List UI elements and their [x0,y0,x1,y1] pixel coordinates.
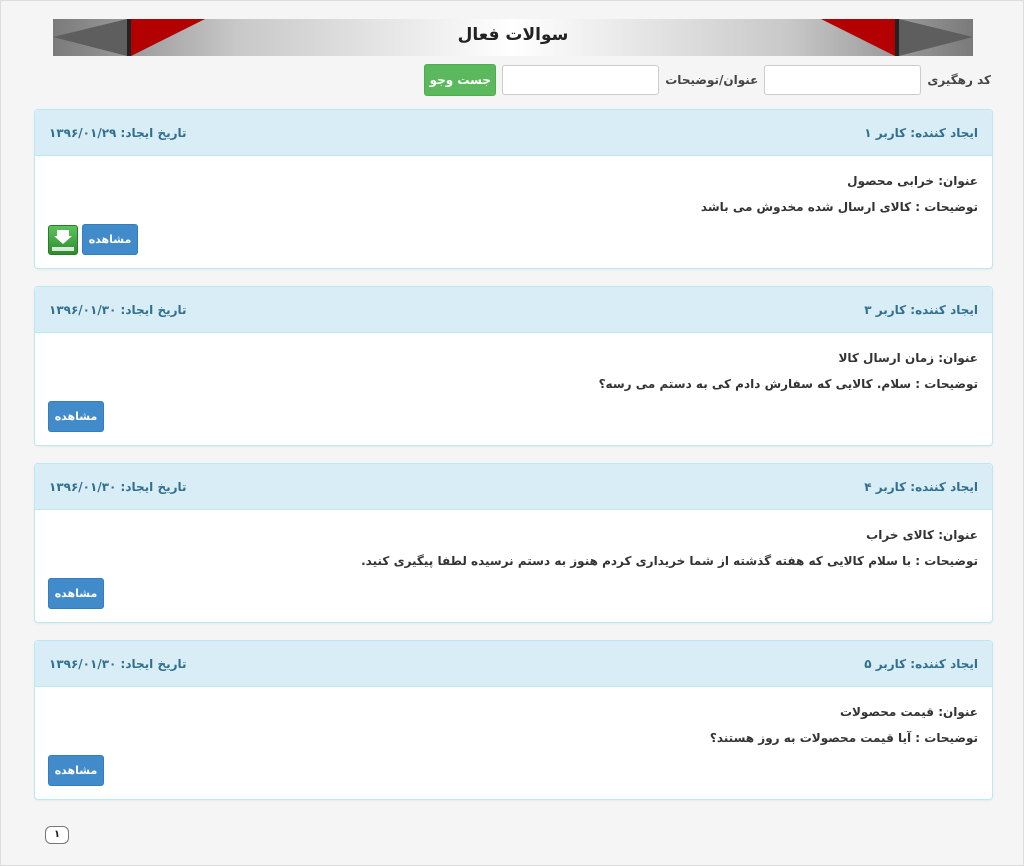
view-button[interactable]: مشاهده [48,578,104,609]
question-date: تاریخ ایجاد: ۱۳۹۶/۰۱/۳۰ [49,656,187,671]
download-bar [52,246,74,251]
view-button[interactable]: مشاهده [82,224,138,255]
question-date: تاریخ ایجاد: ۱۳۹۶/۰۱/۳۰ [49,479,187,494]
question-creator: ایجاد کننده: کاربر ۱ [864,125,978,140]
question-title: عنوان: قیمت محصولات [839,705,978,719]
page-title: سوالات فعال [457,25,569,45]
question-creator: ایجاد کننده: کاربر ۳ [864,302,978,317]
question-actions: مشاهده [48,224,138,255]
question-panel: ایجاد کننده: کاربر ۵ تاریخ ایجاد: ۱۳۹۶/۰… [34,640,993,800]
question-date: تاریخ ایجاد: ۱۳۹۶/۰۱/۲۹ [49,125,187,140]
tracking-code-label: کد رهگیری [927,73,991,87]
question-creator: ایجاد کننده: کاربر ۵ [864,656,978,671]
question-panel-body: عنوان: زمان ارسال کالا توضیحات : سلام. ک… [35,333,992,445]
download-arrow-head [54,235,72,244]
search-bar: کد رهگیری عنوان/توضیحات جست وجو [424,64,991,96]
title-desc-label: عنوان/توضیحات [665,73,759,87]
question-panel-body: عنوان: خرابی محصول توضیحات : کالای ارسال… [35,156,992,268]
page-frame: سوالات فعال کد رهگیری عنوان/توضیحات جست … [0,0,1024,866]
view-button[interactable]: مشاهده [48,755,104,786]
question-description: توضیحات : کالای ارسال شده مخدوش می باشد [700,200,978,214]
question-actions: مشاهده [48,755,104,786]
question-panel: ایجاد کننده: کاربر ۴ تاریخ ایجاد: ۱۳۹۶/۰… [34,463,993,623]
question-description: توضیحات : سلام. کالایی که سفارش دادم کی … [598,377,978,391]
question-panel-heading: ایجاد کننده: کاربر ۵ تاریخ ایجاد: ۱۳۹۶/۰… [35,641,992,687]
question-panel-body: عنوان: کالای خراب توضیحات : با سلام کالا… [35,510,992,622]
question-title: عنوان: خرابی محصول [847,174,978,188]
question-panel-heading: ایجاد کننده: کاربر ۴ تاریخ ایجاد: ۱۳۹۶/۰… [35,464,992,510]
question-panel-heading: ایجاد کننده: کاربر ۳ تاریخ ایجاد: ۱۳۹۶/۰… [35,287,992,333]
question-actions: مشاهده [48,578,104,609]
question-title: عنوان: کالای خراب [866,528,978,542]
question-description: توضیحات : با سلام کالایی که هفته گذشته ا… [361,554,978,568]
question-actions: مشاهده [48,401,104,432]
download-icon[interactable] [48,224,78,255]
question-title: عنوان: زمان ارسال کالا [838,351,978,365]
question-panel-body: عنوان: قیمت محصولات توضیحات : آیا قیمت م… [35,687,992,799]
question-description: توضیحات : آیا قیمت محصولات به روز هستند؟ [709,731,978,745]
question-panel: ایجاد کننده: کاربر ۳ تاریخ ایجاد: ۱۳۹۶/۰… [34,286,993,446]
view-button[interactable]: مشاهده [48,401,104,432]
tracking-code-input[interactable] [764,65,922,95]
question-date: تاریخ ایجاد: ۱۳۹۶/۰۱/۳۰ [49,302,187,317]
pagination-page-1[interactable]: ۱ [45,826,69,844]
question-panel: ایجاد کننده: کاربر ۱ تاریخ ایجاد: ۱۳۹۶/۰… [34,109,993,269]
header-banner: سوالات فعال [53,19,973,56]
search-button[interactable]: جست وجو [424,64,497,96]
question-creator: ایجاد کننده: کاربر ۴ [864,479,978,494]
question-panel-heading: ایجاد کننده: کاربر ۱ تاریخ ایجاد: ۱۳۹۶/۰… [35,110,992,156]
title-desc-input[interactable] [502,65,660,95]
